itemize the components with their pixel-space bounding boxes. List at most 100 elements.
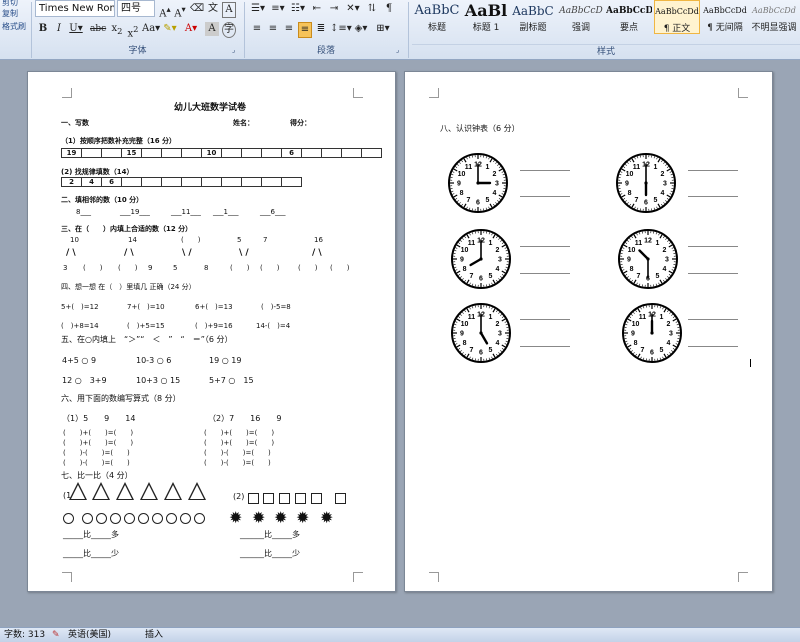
numbering-icon[interactable]: ≡▾	[270, 2, 286, 16]
style-tile-no-spacing[interactable]: AaBbCcDd ¶ 无间隔	[702, 0, 748, 34]
number-box	[81, 148, 102, 158]
answer-line	[688, 273, 738, 274]
tree-top: 16	[314, 236, 323, 244]
borders-icon[interactable]: ⊞▾	[374, 22, 392, 36]
line-spacing-icon[interactable]: ↕≡▾	[330, 22, 352, 36]
highlight-icon[interactable]: ✎▾	[162, 22, 178, 36]
increase-indent-icon[interactable]: ⇥	[327, 2, 341, 16]
separator	[244, 2, 245, 58]
bullets-icon[interactable]: ☰▾	[250, 2, 266, 16]
circle-icon	[194, 513, 205, 524]
document-page-2[interactable]: 八、认识钟表（6 分） 1234567891011121234567891011…	[404, 71, 773, 592]
style-tile-title[interactable]: AaBbC 标题	[412, 0, 462, 34]
decrease-indent-icon[interactable]: ⇤	[310, 2, 324, 16]
justify-icon[interactable]: ≡	[298, 22, 312, 38]
char-border-icon[interactable]: A	[222, 2, 236, 18]
clock-face: 123456789101112	[451, 229, 511, 289]
format-painter-button[interactable]: 格式刷	[2, 22, 26, 31]
clock-face: 123456789101112	[448, 153, 508, 213]
circle-icon	[124, 513, 135, 524]
number-box: 10	[201, 148, 222, 158]
style-tile-strong[interactable]: AaBbCcD 要点	[606, 0, 652, 34]
clock-numeral: 1	[486, 164, 490, 171]
underline-button[interactable]: U▾	[67, 22, 85, 36]
align-center-icon[interactable]: ≡	[266, 22, 280, 36]
number-box	[161, 148, 182, 158]
equation-blank: ( )-( )=( )	[63, 449, 130, 457]
triangle-icon	[188, 482, 206, 500]
shading-icon[interactable]: ◈▾	[352, 22, 370, 36]
shrink-font-button[interactable]: A▾	[173, 2, 187, 21]
show-marks-icon[interactable]: ¶	[382, 2, 396, 16]
sun-icon: ✹	[229, 508, 243, 527]
sort-icon[interactable]: ⇅	[365, 2, 379, 16]
crop-mark	[62, 88, 72, 98]
enclose-char-icon[interactable]: 字	[222, 22, 236, 38]
section-heading: 六、用下面的数编写算式（8 分）	[61, 394, 181, 403]
strikethrough-button[interactable]: abc	[90, 22, 106, 36]
style-tile-heading1[interactable]: AaBl 标题 1	[464, 0, 508, 34]
change-case-button[interactable]: Aa▾	[142, 22, 160, 36]
clock-numeral: 7	[470, 273, 474, 280]
paragraph-dialog-launcher-icon[interactable]: ⌟	[396, 46, 399, 55]
status-bar: 字数: 313 ✎ 英语(美国) 插入	[0, 627, 800, 642]
section-heading: 四、想一想 在（ ）里填几 正确（24 分）	[61, 283, 196, 291]
grow-font-button[interactable]: A▴	[158, 2, 172, 21]
style-tile-emphasis[interactable]: AaBbCcD 强调	[558, 0, 604, 34]
style-preview: AaBbCcDd	[655, 7, 699, 16]
word-count[interactable]: 字数: 313	[4, 628, 45, 642]
clock-numeral: 8	[630, 266, 634, 273]
align-right-icon[interactable]: ≡	[282, 22, 296, 36]
italic-button[interactable]: I	[52, 22, 66, 36]
distribute-icon[interactable]: ≣	[314, 22, 328, 36]
cut-button[interactable]: 剪切	[2, 0, 18, 7]
score-label: 得分：	[290, 119, 311, 127]
clock-numeral: 6	[476, 200, 480, 207]
clock-numeral: 4	[496, 340, 500, 347]
style-tile-normal[interactable]: AaBbCcDd ¶ 正文	[654, 0, 700, 34]
tree-bottom: ( )	[260, 264, 280, 272]
clock-numeral: 4	[661, 190, 665, 197]
style-preview: AaBbCcD	[559, 6, 603, 16]
clear-format-icon[interactable]: ⌫	[190, 2, 204, 16]
name-label: 姓名：	[233, 119, 254, 127]
font-size-select[interactable]: 四号	[117, 0, 155, 17]
number-box	[141, 148, 162, 158]
equation: 5+( )=12	[61, 303, 99, 311]
style-tile-subtitle[interactable]: AaBbC 副标题	[510, 0, 556, 34]
multilevel-list-icon[interactable]: ☷▾	[290, 2, 306, 16]
answer-line	[688, 196, 738, 197]
subscript-button[interactable]: x2	[110, 22, 124, 38]
font-color-icon[interactable]: A▾	[183, 22, 199, 36]
tree-branches: / \	[312, 248, 322, 258]
bold-button[interactable]: B	[36, 22, 50, 36]
number-box	[181, 177, 202, 187]
page-title: 幼儿大班数学试卷	[174, 103, 247, 113]
clock-numeral: 1	[660, 314, 664, 321]
tree-top: 10	[70, 236, 79, 244]
copy-button[interactable]: 复制	[2, 9, 18, 18]
tree-bottom: ( )	[83, 264, 103, 272]
superscript-button[interactable]: x2	[126, 22, 140, 41]
clock-numeral: 5	[654, 197, 658, 204]
char-shading-icon[interactable]: A	[205, 22, 219, 36]
section-heading: 二、填相邻的数（10 分）	[61, 196, 144, 204]
font-name-select[interactable]: Times New Roman	[35, 0, 115, 17]
insert-mode-indicator[interactable]: 插入	[145, 628, 163, 642]
align-left-icon[interactable]: ≡	[250, 22, 264, 36]
sun-icon: ✹	[252, 508, 266, 527]
blank-item: ___1___	[213, 208, 239, 216]
phonetic-guide-icon[interactable]: 文	[206, 2, 220, 16]
clock-center	[479, 257, 483, 261]
equation-blank: ( )-( )=( )	[204, 459, 271, 467]
chinese-layout-icon[interactable]: ✕▾	[345, 2, 361, 16]
circle-icon	[96, 513, 107, 524]
proofing-icon[interactable]: ✎	[52, 628, 60, 642]
compare-item: 19 ○ 19	[209, 356, 242, 365]
style-tile-subtle-emphasis[interactable]: AaBbCcDd 不明显强调	[750, 0, 798, 34]
font-dialog-launcher-icon[interactable]: ⌟	[232, 46, 235, 55]
equation: 14-( )=4	[256, 322, 291, 330]
language-indicator[interactable]: 英语(美国)	[68, 628, 111, 642]
document-page-1[interactable]: 幼儿大班数学试卷 一、写数 姓名： 得分： （1）按顺序把数补充完整（16 分）…	[27, 71, 396, 592]
clock-numeral: 10	[458, 171, 466, 178]
